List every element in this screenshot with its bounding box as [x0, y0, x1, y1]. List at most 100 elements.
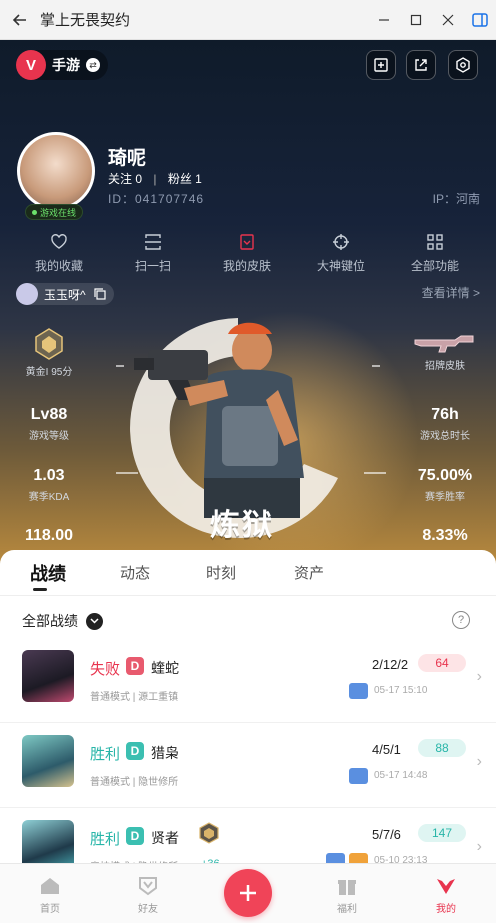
avatar[interactable] [17, 132, 95, 210]
active-tab-indicator [33, 588, 47, 591]
switch-icon: ⇄ [86, 58, 100, 72]
match-row[interactable]: 胜利 D 贤者 竞技模式 | 隐世修所 +36 5/7/6 147 05-10 … [0, 808, 496, 873]
nav-label: 我的 [436, 904, 456, 915]
extra-stat-left: 118.00 [4, 527, 94, 545]
rank-label: 黄金I 95分 [25, 367, 73, 378]
level-value: Lv88 [30, 406, 68, 423]
video-icon[interactable] [349, 683, 368, 699]
rank-change-icon [199, 822, 219, 844]
friend-chip[interactable]: 玉玉呀^ [16, 283, 114, 305]
nav-me[interactable]: 我的 [406, 864, 486, 923]
extra-right-value: 8.33% [422, 527, 468, 544]
nav-benefits[interactable]: 福利 [307, 864, 387, 923]
bottom-nav: 首页 好友 福利 我的 [0, 863, 496, 923]
quick-label: 全部功能 [410, 259, 459, 273]
filter-label: 全部战绩 [22, 613, 78, 629]
user-id: ID：041707746 [108, 192, 205, 206]
match-kda: 4/5/1 [372, 742, 401, 757]
tab-posts[interactable]: 动态 [120, 562, 150, 583]
brand-badge[interactable]: V 手游 ⇄ [16, 50, 108, 80]
rating-badge: D [126, 742, 144, 760]
nav-home[interactable]: 首页 [10, 864, 90, 923]
match-row[interactable]: 失败 D 蝰蛇 普通模式 | 源工重镇 2/12/2 64 05-17 15:1… [0, 638, 496, 723]
level-label: 游戏等级 [29, 431, 69, 442]
window-title: 掌上无畏契约 [40, 12, 131, 29]
rating-badge: D [126, 657, 144, 675]
rifle-skin-icon [414, 335, 474, 353]
help-icon[interactable]: ? [452, 611, 470, 629]
crosshair-icon [333, 234, 349, 250]
friend-avatar [16, 283, 38, 305]
profile-hero: V 手游 ⇄ 游戏在线 琦呢 关注 0 | 粉丝 1 ID：041707746 … [0, 40, 496, 565]
ip-location: IP：河南 [432, 192, 480, 206]
close-button[interactable] [432, 0, 464, 40]
match-row[interactable]: 胜利 D 猎枭 普通模式 | 隐世修所 4/5/1 88 05-17 14:48… [0, 723, 496, 808]
back-arrow-icon [12, 13, 26, 26]
match-time: 05-17 14:48 [374, 770, 428, 781]
video-icon[interactable] [349, 768, 368, 784]
quick-skins[interactable]: 我的皮肤 [202, 233, 292, 274]
follow-info: 关注 0 | 粉丝 1 [108, 170, 202, 187]
settings-button[interactable] [448, 50, 478, 80]
maximize-button[interactable] [400, 0, 432, 40]
match-mode: 普通模式 | 隐世修所 [90, 777, 179, 788]
nav-friends[interactable]: 好友 [108, 864, 188, 923]
friend-name: 玉玉呀^ [44, 287, 86, 302]
chevron-right-icon: › [476, 838, 482, 855]
close-icon [442, 14, 454, 25]
match-score: 64 [418, 654, 466, 672]
minimize-button[interactable] [368, 0, 400, 40]
quick-keybinds[interactable]: 大神键位 [296, 233, 386, 274]
plus-icon [240, 885, 256, 901]
profile-icon [437, 879, 455, 894]
tab-records[interactable]: 战绩 [30, 560, 66, 586]
kda-value: 1.03 [33, 467, 65, 484]
brand-name: 手游 [52, 57, 80, 73]
grid-icon [427, 234, 443, 250]
follow-separator: | [153, 172, 157, 186]
share-icon [415, 59, 427, 71]
quick-favorites[interactable]: 我的收藏 [14, 233, 104, 274]
kda-label: 赛季KDA [28, 492, 70, 503]
winrate-label: 赛季胜率 [425, 492, 465, 503]
add-card-icon [374, 58, 388, 72]
records-sheet: 战绩 动态 时刻 资产 全部战绩 ? 失败 D 蝰蛇 普通模式 | 源工重镇 2… [0, 550, 496, 873]
match-result: 胜利 [90, 831, 121, 848]
agent-avatar-viper [22, 650, 74, 702]
kda-stat: 1.03 赛季KDA [4, 467, 94, 503]
agent-name: 猎枭 [151, 745, 179, 761]
agent-name: 炼狱 [210, 509, 274, 542]
sidebar-toggle-button[interactable] [464, 0, 496, 40]
agent-avatar-sova [22, 735, 74, 787]
rank-stat[interactable]: 黄金I 95分 [4, 328, 94, 378]
following-count[interactable]: 关注 0 [108, 172, 142, 186]
gift-icon [338, 880, 356, 895]
tab-moments[interactable]: 时刻 [206, 562, 236, 583]
match-kda: 2/12/2 [372, 657, 409, 672]
chevron-right-icon: › [476, 668, 482, 685]
agent-name: 贤者 [151, 830, 179, 846]
records-filter-dropdown[interactable]: 全部战绩 [22, 611, 103, 631]
add-card-button[interactable] [366, 50, 396, 80]
sidebar-icon [472, 12, 488, 27]
match-kda: 5/7/6 [372, 827, 401, 842]
copy-icon [94, 288, 106, 300]
back-button[interactable] [0, 0, 40, 40]
tab-assets[interactable]: 资产 [294, 562, 324, 583]
chevron-right-icon: › [476, 753, 482, 770]
create-post-button[interactable] [224, 869, 272, 917]
heart-icon [51, 234, 67, 249]
winrate-stat: 75.00% 赛季胜率 [400, 467, 490, 503]
fans-count[interactable]: 粉丝 1 [168, 172, 202, 186]
playtime-stat: 76h 游戏总时长 [400, 406, 490, 442]
share-button[interactable] [406, 50, 436, 80]
window-titlebar: 掌上无畏契约 [0, 0, 496, 40]
valorant-logo-icon: V [16, 50, 46, 80]
quick-scan[interactable]: 扫一扫 [108, 233, 198, 274]
quick-label: 扫一扫 [134, 259, 171, 273]
quick-label: 我的收藏 [34, 259, 83, 273]
signature-skin-stat[interactable]: 招牌皮肤 [400, 330, 490, 372]
scan-icon [145, 234, 161, 250]
view-details-link[interactable]: 查看详情 > [422, 284, 480, 301]
quick-all-features[interactable]: 全部功能 [390, 233, 480, 274]
